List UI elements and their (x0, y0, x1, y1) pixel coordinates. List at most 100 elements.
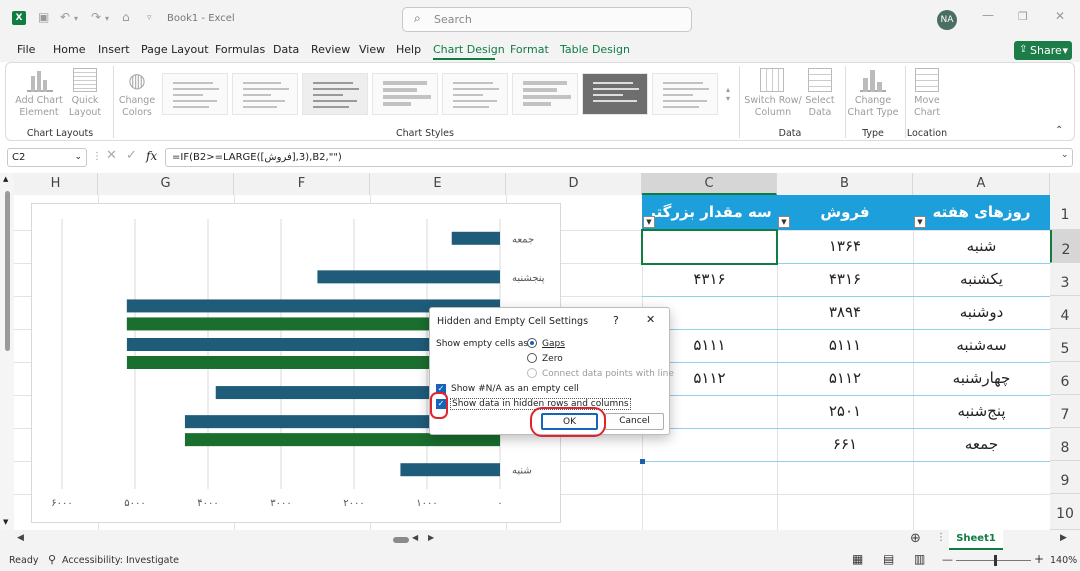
sheet-tab-sheet1[interactable]: Sheet1 (949, 530, 1003, 550)
move-chart-button[interactable]: Move Chart (905, 95, 949, 119)
radio-zero[interactable] (527, 353, 537, 363)
tab-page-layout[interactable]: Page Layout (141, 43, 209, 56)
row-header-4[interactable]: 4 (1050, 296, 1080, 329)
zoom-in-icon[interactable]: + (1034, 552, 1044, 566)
collapse-ribbon-icon[interactable]: ⌃ (1055, 125, 1063, 136)
chart-style-7[interactable] (582, 73, 648, 115)
customize-toolbar-icon[interactable]: ▿ (147, 13, 152, 23)
radio-gaps-label[interactable]: Gaps (542, 339, 565, 349)
cell-a7[interactable]: پنج‌شنبه (913, 395, 1050, 428)
row-header-7[interactable]: 7 (1050, 395, 1080, 428)
column-header-c[interactable]: C (642, 173, 777, 195)
zoom-out-icon[interactable]: — (942, 553, 953, 566)
column-header-a[interactable]: A (913, 173, 1050, 195)
quick-layout-button[interactable]: Quick Layout (63, 95, 107, 119)
formula-input[interactable]: =IF(B2>=LARGE([فروش],3),B2,"") (165, 148, 1073, 167)
cell-c3[interactable]: ۴۳۱۶ (642, 263, 777, 296)
row-header-6[interactable]: 6 (1050, 362, 1080, 395)
chart-style-2[interactable] (232, 73, 298, 115)
cell-a2[interactable]: شنبه (913, 230, 1050, 263)
chart-style-4[interactable] (372, 73, 438, 115)
cell-b4[interactable]: ۳۸۹۴ (777, 296, 913, 329)
scrollbar-thumb[interactable] (5, 191, 10, 351)
zoom-slider-thumb[interactable] (994, 555, 997, 566)
page-break-view-icon[interactable]: ▥ (914, 552, 925, 566)
filter-dropdown-icon[interactable]: ▼ (643, 216, 655, 228)
undo-icon[interactable]: ↶ (60, 10, 70, 24)
save-icon[interactable]: ▣ (38, 10, 49, 24)
add-chart-element-button[interactable]: Add Chart Element (12, 95, 66, 119)
tab-file[interactable]: File (17, 43, 35, 56)
cell-b5[interactable]: ۵۱۱۱ (777, 329, 913, 362)
row-header-5[interactable]: 5 (1050, 329, 1080, 362)
chart-style-3[interactable] (302, 73, 368, 115)
checkbox-show-na-label[interactable]: Show #N/A as an empty cell (451, 384, 579, 394)
cell-b8[interactable]: ۶۶۱ (777, 428, 913, 461)
cell-a3[interactable]: یکشنبه (913, 263, 1050, 296)
column-header-b[interactable]: B (777, 173, 913, 195)
column-header-h[interactable]: H (14, 173, 98, 195)
insert-function-icon[interactable]: fx (146, 149, 157, 163)
row-header-9[interactable]: 9 (1050, 461, 1080, 494)
cancel-edit-icon[interactable]: ✕ (106, 148, 117, 163)
chart-style-6[interactable] (512, 73, 578, 115)
vertical-scrollbar[interactable]: ▲ ▼ (0, 173, 14, 530)
radio-gaps[interactable] (527, 338, 537, 348)
touch-mode-icon[interactable]: ⌂ (122, 10, 130, 24)
row-header-8[interactable]: 8 (1050, 428, 1080, 461)
horizontal-scrollbar-thumb[interactable] (393, 537, 409, 543)
avatar[interactable]: NA (937, 10, 957, 30)
select-data-button[interactable]: Select Data (798, 95, 842, 119)
chart-style-5[interactable] (442, 73, 508, 115)
tab-review[interactable]: Review (311, 43, 350, 56)
tab-table-design[interactable]: Table Design (560, 43, 630, 56)
radio-zero-label[interactable]: Zero (542, 354, 563, 364)
tab-insert[interactable]: Insert (98, 43, 130, 56)
cancel-button[interactable]: Cancel (605, 413, 664, 430)
page-layout-view-icon[interactable]: ▤ (883, 552, 894, 566)
cell-a6[interactable]: چهارشنبه (913, 362, 1050, 395)
redo-dropdown-icon[interactable]: ▾ (105, 14, 109, 23)
name-box[interactable]: C2 ⌄ (7, 148, 87, 167)
change-colors-button[interactable]: Change Colors (115, 95, 159, 119)
column-header-e[interactable]: E (370, 173, 506, 195)
cell-a4[interactable]: دوشنبه (913, 296, 1050, 329)
tab-view[interactable]: View (359, 43, 385, 56)
filter-dropdown-icon[interactable]: ▼ (914, 216, 926, 228)
undo-dropdown-icon[interactable]: ▾ (74, 14, 78, 23)
scroll-right-icon[interactable]: ▶ (428, 533, 434, 542)
cell-b6[interactable]: ۵۱۱۲ (777, 362, 913, 395)
change-chart-type-button[interactable]: Change Chart Type (846, 95, 900, 119)
normal-view-icon[interactable]: ▦ (852, 552, 863, 566)
restore-icon[interactable]: ❐ (1018, 10, 1028, 23)
next-sheet-icon[interactable]: ▶ (1060, 533, 1067, 543)
filter-dropdown-icon[interactable]: ▼ (778, 216, 790, 228)
accessibility-status[interactable]: Accessibility: Investigate (62, 555, 179, 566)
select-all-corner[interactable] (1050, 173, 1080, 195)
cell-b3[interactable]: ۴۳۱۶ (777, 263, 913, 296)
tab-home[interactable]: Home (53, 43, 85, 56)
chart-styles-scroll-icon[interactable]: ▴ ▾ (722, 70, 734, 118)
confirm-edit-icon[interactable]: ✓ (126, 148, 137, 163)
add-sheet-icon[interactable]: ⊕ (910, 531, 921, 546)
cell-b7[interactable]: ۲۵۰۱ (777, 395, 913, 428)
row-header-3[interactable]: 3 (1050, 263, 1080, 296)
chart-style-8[interactable] (652, 73, 718, 115)
cell-b2[interactable]: ۱۳۶۴ (777, 230, 913, 263)
redo-icon[interactable]: ↷ (91, 10, 101, 24)
prev-sheet-icon[interactable]: ◀ (17, 533, 24, 543)
scroll-left-icon[interactable]: ◀ (412, 533, 418, 542)
minimize-icon[interactable]: — (982, 8, 994, 22)
column-header-f[interactable]: F (234, 173, 370, 195)
row-header-1[interactable]: 1 (1050, 195, 1080, 230)
search-input[interactable]: Search (402, 7, 692, 32)
cell-c2[interactable] (642, 230, 777, 263)
tab-help[interactable]: Help (396, 43, 421, 56)
sheet-options-icon[interactable]: ⋮ (936, 532, 946, 543)
switch-row-column-button[interactable]: Switch Row/ Column (744, 95, 802, 119)
scroll-up-icon[interactable]: ▲ (3, 175, 8, 183)
column-header-d[interactable]: D (506, 173, 642, 195)
close-window-icon[interactable]: ✕ (1055, 9, 1065, 23)
tab-format[interactable]: Format (510, 43, 549, 56)
row-header-2[interactable]: 2 (1050, 230, 1080, 263)
